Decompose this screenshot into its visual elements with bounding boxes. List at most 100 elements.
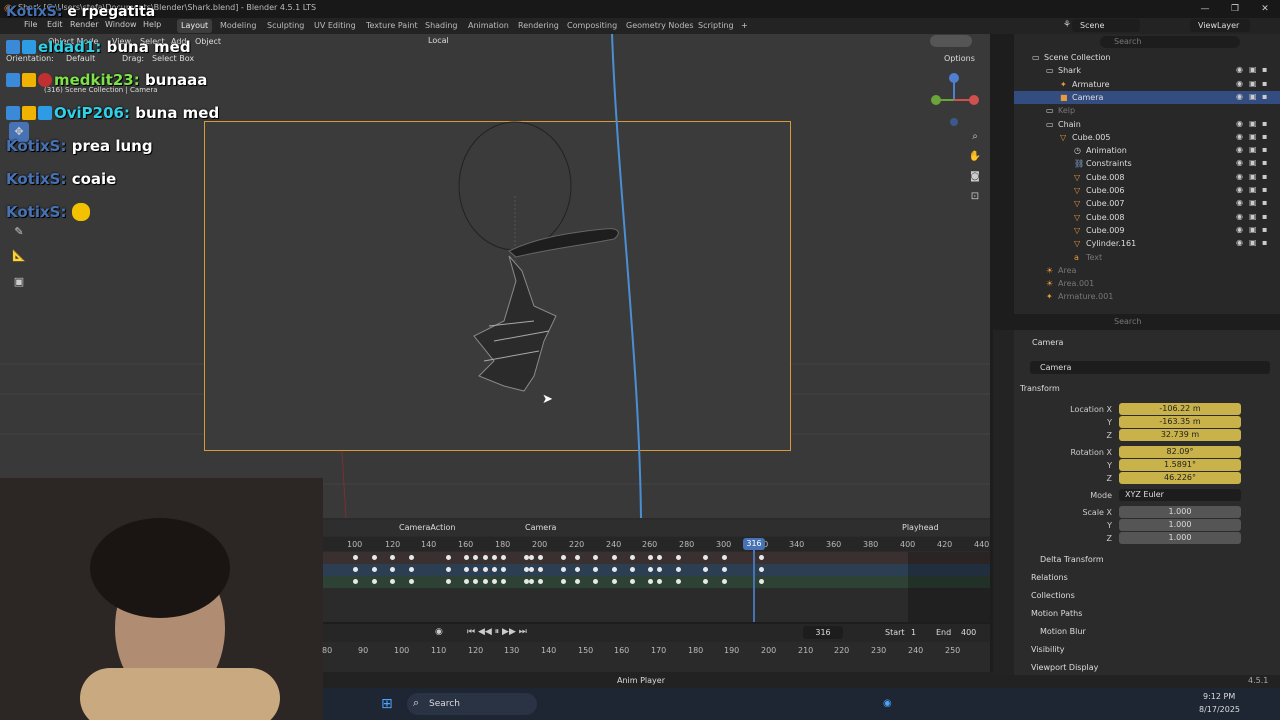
keyframe-dot[interactable] — [492, 555, 497, 560]
outliner-row[interactable]: ☀ Area — [1014, 264, 1280, 277]
keyframe-dot[interactable] — [575, 579, 580, 584]
menu-render[interactable]: Render — [70, 20, 98, 29]
render-icon[interactable]: ▪ — [1262, 92, 1267, 101]
eye-icon[interactable]: ◉ — [1236, 172, 1243, 181]
keyframe-dot[interactable] — [612, 567, 617, 572]
camera-restrict-icon[interactable]: ▣ — [1249, 185, 1257, 194]
outliner-search[interactable]: Search — [1100, 36, 1240, 48]
tab-uv-editing[interactable]: UV Editing — [310, 19, 360, 33]
keyframe-dot[interactable] — [409, 555, 414, 560]
render-icon[interactable]: ▪ — [1262, 145, 1267, 154]
blender-taskbar-icon[interactable]: ◉ — [883, 698, 892, 709]
eye-icon[interactable]: ◉ — [1236, 212, 1243, 221]
properties-tabs[interactable] — [993, 330, 1014, 675]
keyframe-dot[interactable] — [648, 579, 653, 584]
eye-icon[interactable]: ◉ — [1236, 158, 1243, 167]
keyframe-dot[interactable] — [561, 579, 566, 584]
keyframe-dot[interactable] — [759, 579, 764, 584]
pan-hand-icon[interactable]: ✋ — [966, 148, 984, 166]
minimize-button[interactable]: — — [1190, 0, 1220, 18]
camera-restrict-icon[interactable]: ▣ — [1249, 158, 1257, 167]
outliner-row[interactable]: ▽ Cylinder.161 ◉ ▣ ▪ — [1014, 237, 1280, 250]
scale-z-field[interactable]: 1.000 — [1119, 532, 1241, 544]
keyframe-dot[interactable] — [464, 555, 469, 560]
keyframe-dot[interactable] — [501, 555, 506, 560]
eye-icon[interactable]: ◉ — [1236, 145, 1243, 154]
outliner-row[interactable]: ⛓ Constraints ◉ ▣ ▪ — [1014, 157, 1280, 170]
location-z-field[interactable]: 32.739 m — [1119, 429, 1241, 441]
tab-modeling[interactable]: Modeling — [216, 19, 260, 33]
render-icon[interactable]: ▪ — [1262, 185, 1267, 194]
camera-restrict-icon[interactable]: ▣ — [1249, 65, 1257, 74]
viewport-menu-object[interactable]: Object — [195, 37, 221, 46]
tab-geometry-nodes[interactable]: Geometry Nodes — [622, 19, 697, 33]
outliner-row[interactable]: ▭ Chain ◉ ▣ ▪ — [1014, 118, 1280, 131]
keyframe-dot[interactable] — [648, 555, 653, 560]
outliner-row[interactable]: ▭ Kelp — [1014, 104, 1280, 117]
keyframe-dot[interactable] — [473, 579, 478, 584]
keyframe-dot[interactable] — [676, 555, 681, 560]
keyframe-dot[interactable] — [703, 567, 708, 572]
outliner-row[interactable]: ▭ Scene Collection — [1014, 51, 1280, 64]
lock-icon[interactable]: ⊡ — [966, 188, 984, 206]
keyframe-dot[interactable] — [593, 579, 598, 584]
camera-restrict-icon[interactable]: ▣ — [1249, 172, 1257, 181]
transform-header[interactable]: Transform — [1020, 384, 1060, 393]
keyframe-dot[interactable] — [648, 567, 653, 572]
keyframe-dot[interactable] — [676, 567, 681, 572]
keyframe-dot[interactable] — [353, 579, 358, 584]
keyframe-dot[interactable] — [759, 567, 764, 572]
keyframe-dot[interactable] — [561, 567, 566, 572]
keyframe-dot[interactable] — [501, 579, 506, 584]
outliner-row[interactable]: ✦ Armature.001 — [1014, 290, 1280, 303]
keyframe-dot[interactable] — [657, 579, 662, 584]
delta-transform-header[interactable]: Delta Transform — [1040, 555, 1104, 564]
camera-restrict-icon[interactable]: ▣ — [1249, 79, 1257, 88]
action-name[interactable]: CameraAction — [399, 523, 455, 532]
keyframe-dot[interactable] — [483, 555, 488, 560]
menu-help[interactable]: Help — [143, 20, 161, 29]
outliner-row[interactable]: ▭ Shark ◉ ▣ ▪ — [1014, 64, 1280, 77]
keyframe-dot[interactable] — [630, 555, 635, 560]
camera-restrict-icon[interactable]: ▣ — [1249, 92, 1257, 101]
outliner-row[interactable]: ■ Camera ◉ ▣ ▪ — [1014, 90, 1280, 104]
keyframe-dot[interactable] — [593, 567, 598, 572]
keyframe-dot[interactable] — [703, 555, 708, 560]
relations-header[interactable]: Relations — [1031, 573, 1068, 582]
collections-header[interactable]: Collections — [1031, 591, 1075, 600]
tab-animation[interactable]: Animation — [464, 19, 513, 33]
add-workspace-icon[interactable]: + — [737, 19, 752, 33]
keyframe-dot[interactable] — [612, 555, 617, 560]
eye-icon[interactable]: ◉ — [1236, 225, 1243, 234]
keyframe-dot[interactable] — [575, 555, 580, 560]
render-icon[interactable]: ▪ — [1262, 158, 1267, 167]
measure-tool-icon[interactable]: 📐 — [9, 246, 29, 266]
rotation-y-field[interactable]: 1.5891° — [1119, 459, 1241, 471]
render-icon[interactable]: ▪ — [1262, 132, 1267, 141]
properties-panel[interactable] — [1014, 330, 1280, 675]
keyframe-dot[interactable] — [492, 567, 497, 572]
location-y-field[interactable]: -163.35 m — [1119, 416, 1241, 428]
keyframe-dot[interactable] — [630, 567, 635, 572]
eye-icon[interactable]: ◉ — [1236, 198, 1243, 207]
end-field[interactable]: 400 — [961, 628, 976, 637]
pivot-dropdown[interactable]: Local — [428, 36, 449, 45]
motion-paths-header[interactable]: Motion Paths — [1031, 609, 1082, 618]
keyframe-dot[interactable] — [529, 567, 534, 572]
eye-icon[interactable]: ◉ — [1236, 185, 1243, 194]
maximize-button[interactable]: ❐ — [1220, 0, 1250, 18]
render-icon[interactable]: ▪ — [1262, 172, 1267, 181]
camera-restrict-icon[interactable]: ▣ — [1249, 238, 1257, 247]
keyframe-dot[interactable] — [409, 567, 414, 572]
keyframe-dot[interactable] — [492, 579, 497, 584]
keyframe-dot[interactable] — [390, 567, 395, 572]
eye-icon[interactable]: ◉ — [1236, 132, 1243, 141]
outliner-row[interactable]: ☀ Area.001 — [1014, 277, 1280, 290]
camera-view-icon[interactable]: ◙ — [966, 168, 984, 186]
tab-scripting[interactable]: Scripting — [694, 19, 738, 33]
keyframe-dot[interactable] — [722, 579, 727, 584]
render-icon[interactable]: ▪ — [1262, 198, 1267, 207]
eye-icon[interactable]: ◉ — [1236, 238, 1243, 247]
keyframe-dot[interactable] — [529, 555, 534, 560]
location-x-field[interactable]: -106.22 m — [1119, 403, 1241, 415]
